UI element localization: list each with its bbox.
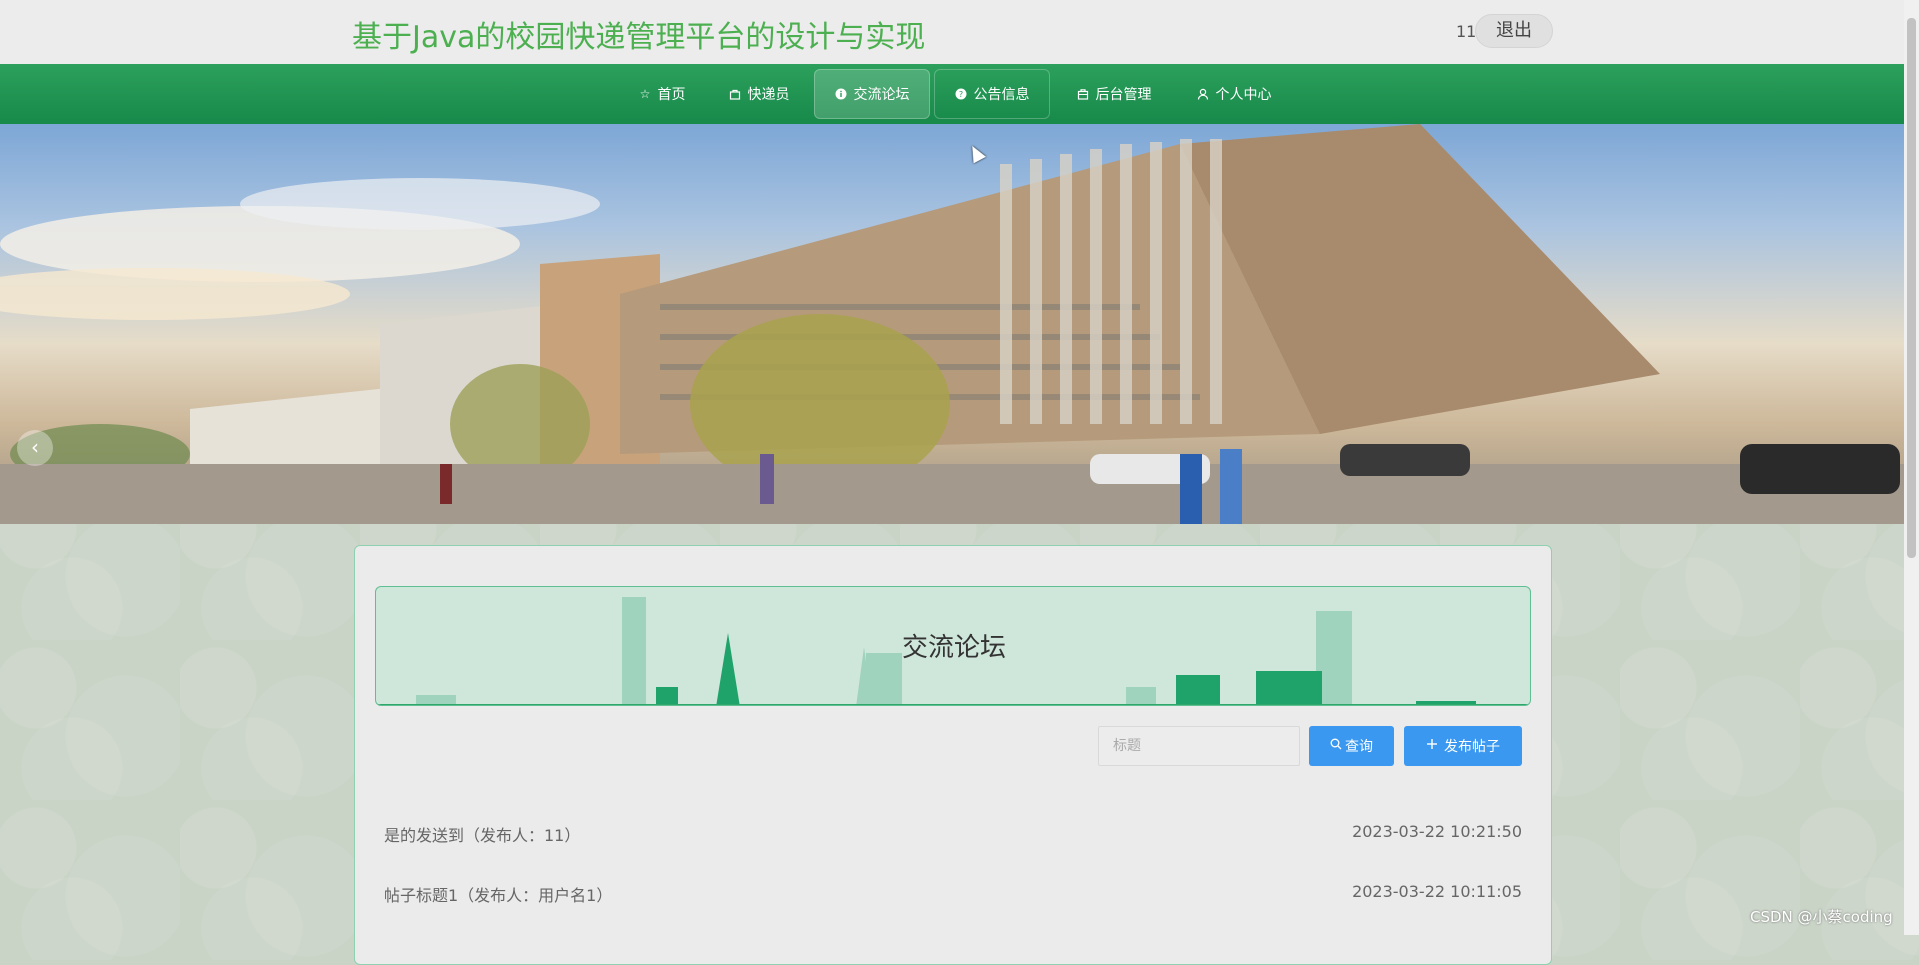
- current-user-name: 11: [1456, 22, 1477, 41]
- plus-icon: [1426, 738, 1438, 754]
- new-post-button[interactable]: 发布帖子: [1404, 726, 1522, 766]
- bag-icon: [729, 88, 742, 101]
- nav-item-home[interactable]: ☆ 首页: [622, 69, 702, 119]
- new-post-button-label: 发布帖子: [1444, 739, 1500, 755]
- logout-button[interactable]: 退出: [1475, 14, 1553, 48]
- forum-header-banner: 交流论坛: [375, 586, 1531, 706]
- nav-item-label: 交流论坛: [853, 87, 910, 103]
- query-button-label: 查询: [1345, 739, 1373, 755]
- question-icon: ?: [955, 88, 968, 101]
- post-list-item[interactable]: 帖子标题1（发布人：用户名1） 2023-03-22 10:11:05: [384, 878, 1522, 908]
- nav-item-label: 个人中心: [1215, 87, 1272, 103]
- briefcase-icon: [1077, 88, 1090, 101]
- query-button[interactable]: 查询: [1309, 726, 1394, 766]
- nav-item-profile[interactable]: 个人中心: [1184, 69, 1284, 119]
- csdn-watermark: CSDN @小蔡coding: [1750, 908, 1893, 926]
- top-header: 基于Java的校园快递管理平台的设计与实现 11 退出: [0, 0, 1904, 64]
- nav-item-admin[interactable]: 后台管理: [1064, 69, 1164, 119]
- nav-item-label: 首页: [657, 87, 686, 103]
- post-title[interactable]: 是的发送到（发布人：11）: [384, 822, 580, 846]
- nav-item-label: 后台管理: [1095, 87, 1152, 103]
- post-time: 2023-03-22 10:11:05: [1352, 882, 1522, 901]
- nav-item-announcements[interactable]: ? 公告信息: [934, 69, 1050, 119]
- banner-carousel: ‹: [0, 124, 1904, 524]
- search-icon: [1330, 738, 1342, 754]
- nav-item-forum[interactable]: 交流论坛: [814, 69, 930, 119]
- post-list-item[interactable]: 是的发送到（发布人：11） 2023-03-22 10:21:50: [384, 818, 1522, 848]
- forum-title: 交流论坛: [901, 633, 1006, 663]
- site-title: 基于Java的校园快递管理平台的设计与实现: [352, 20, 926, 55]
- nav-item-label: 快递员: [747, 87, 790, 103]
- star-icon: ☆: [639, 86, 651, 101]
- user-icon: [1197, 88, 1210, 101]
- post-title[interactable]: 帖子标题1（发布人：用户名1）: [384, 882, 612, 906]
- post-time: 2023-03-22 10:21:50: [1352, 822, 1522, 841]
- nav-item-couriers[interactable]: 快递员: [713, 69, 805, 119]
- scrollbar-thumb[interactable]: [1907, 18, 1916, 558]
- nav-item-label: 公告信息: [973, 87, 1030, 103]
- main-nav: ☆ 首页 快递员 交流论坛 ? 公告信息 后台管理 个人中心: [0, 64, 1904, 124]
- title-search-input[interactable]: [1098, 726, 1300, 766]
- campus-building-image: [0, 124, 1904, 524]
- svg-text:?: ?: [959, 90, 963, 99]
- carousel-prev-button[interactable]: ‹: [17, 430, 53, 466]
- info-icon: [835, 88, 848, 101]
